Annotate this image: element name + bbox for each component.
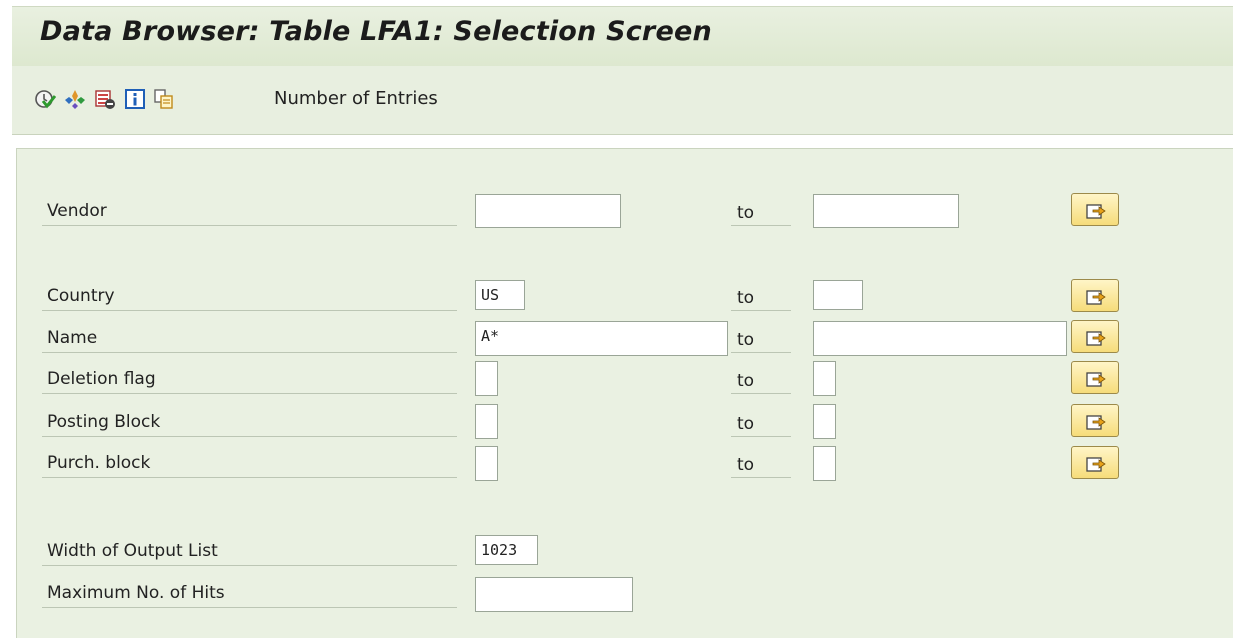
purch-block-label: Purch. block: [42, 450, 457, 478]
country-to-field[interactable]: [813, 280, 863, 310]
width-of-output-list-field[interactable]: 1023: [475, 535, 538, 565]
vendor-to-field[interactable]: [813, 194, 959, 228]
country-from-field[interactable]: US: [475, 280, 525, 310]
name-from-field[interactable]: A*: [475, 321, 728, 356]
delete-selection-icon[interactable]: [94, 88, 116, 110]
width-of-output-list-label: Width of Output List: [42, 538, 457, 566]
purch-block-from-field[interactable]: [475, 446, 498, 481]
deletion-flag-to-label: to: [731, 366, 791, 394]
page-title: Data Browser: Table LFA1: Selection Scre…: [40, 16, 712, 47]
multiple-selection-icon: [1086, 415, 1106, 430]
name-to-field[interactable]: [813, 321, 1067, 356]
name-multiple-selection-button[interactable]: [1071, 320, 1119, 353]
selection-options-icon[interactable]: [64, 88, 86, 110]
maximum-hits-label: Maximum No. of Hits: [42, 580, 457, 608]
purch-block-multiple-selection-button[interactable]: [1071, 446, 1119, 479]
posting-block-from-field[interactable]: [475, 404, 498, 439]
multiple-selection-icon: [1086, 204, 1106, 219]
deletion-flag-to-field[interactable]: [813, 361, 836, 396]
posting-block-to-label: to: [731, 409, 791, 437]
multiple-selection-icon: [1086, 290, 1106, 305]
vendor-label: Vendor: [42, 198, 457, 226]
application-toolbar: Number of Entries: [12, 66, 1233, 135]
vendor-to-label: to: [731, 198, 791, 226]
execute-icon[interactable]: [34, 88, 56, 110]
info-icon[interactable]: [124, 88, 146, 110]
copy-icon[interactable]: [153, 88, 175, 110]
multiple-selection-icon: [1086, 331, 1106, 346]
purch-block-to-field[interactable]: [813, 446, 836, 481]
title-bar: Data Browser: Table LFA1: Selection Scre…: [12, 6, 1233, 67]
deletion-flag-from-field[interactable]: [475, 361, 498, 396]
deletion-flag-label: Deletion flag: [42, 366, 457, 394]
maximum-hits-field[interactable]: [475, 577, 633, 612]
purch-block-to-label: to: [731, 450, 791, 478]
number-of-entries-button[interactable]: Number of Entries: [274, 88, 438, 109]
country-label: Country: [42, 283, 457, 311]
deletion-flag-multiple-selection-button[interactable]: [1071, 361, 1119, 394]
posting-block-to-field[interactable]: [813, 404, 836, 439]
posting-block-multiple-selection-button[interactable]: [1071, 404, 1119, 437]
vendor-multiple-selection-button[interactable]: [1071, 193, 1119, 226]
country-multiple-selection-button[interactable]: [1071, 279, 1119, 312]
multiple-selection-icon: [1086, 372, 1106, 387]
multiple-selection-icon: [1086, 457, 1106, 472]
country-to-label: to: [731, 283, 791, 311]
posting-block-label: Posting Block: [42, 409, 457, 437]
name-to-label: to: [731, 325, 791, 353]
vendor-from-field[interactable]: [475, 194, 621, 228]
name-label: Name: [42, 325, 457, 353]
